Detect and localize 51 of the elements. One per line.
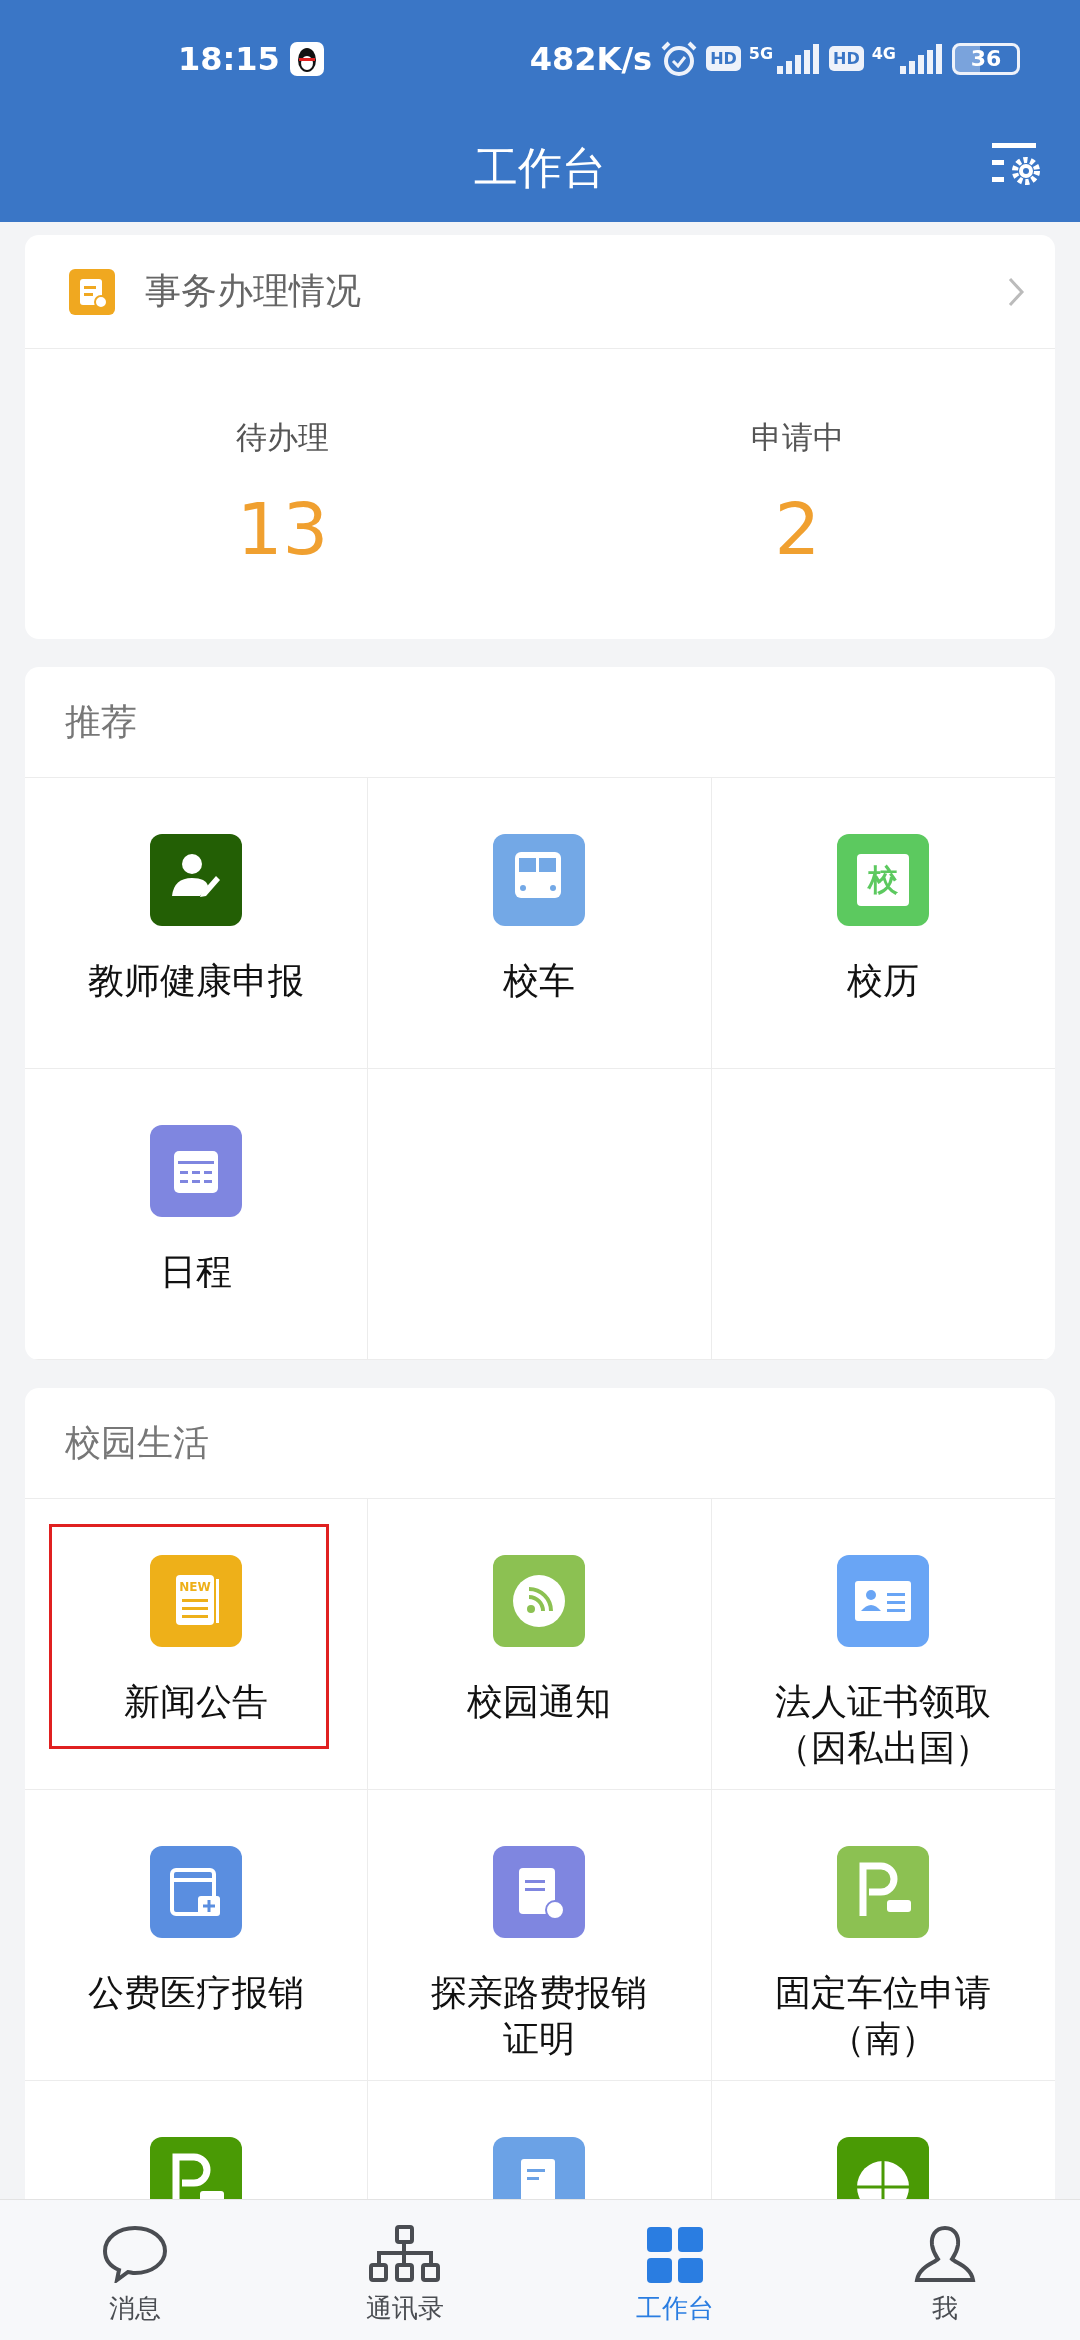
hd-badge: HD: [706, 46, 741, 71]
document-icon: [69, 268, 115, 315]
chevron-right-icon: [1007, 275, 1025, 308]
stat-label: 待办理: [236, 418, 329, 457]
nav-tab[interactable]: 我: [810, 2200, 1080, 2340]
app-tile[interactable]: 法人证书领取（因私出国）: [711, 1499, 1055, 1790]
alarm-icon: [660, 39, 699, 78]
app-tile[interactable]: 教师健康申报: [25, 778, 369, 1069]
app-tile[interactable]: 固定车位申请（南）: [711, 1790, 1055, 2081]
battery-level: 36: [952, 42, 1020, 75]
app-label: 公费医疗报销: [87, 1971, 306, 2015]
app-label: 法人证书领取（因私出国）: [774, 1680, 993, 1771]
chat-icon: [102, 2225, 168, 2283]
nav-tab[interactable]: 消息: [0, 2200, 270, 2340]
org-chart-icon: [369, 2225, 441, 2283]
grid-icon: [647, 2227, 703, 2283]
page-title: 工作台: [474, 141, 606, 195]
app-tile[interactable]: 探亲路费报销证明: [368, 1790, 712, 2081]
app-tile[interactable]: 校园通知: [368, 1499, 712, 1790]
app-tile[interactable]: 日程: [25, 1069, 369, 1360]
penguin-icon: [289, 41, 324, 76]
status-time: 18:15: [178, 39, 280, 78]
app-label: 校园通知: [466, 1680, 613, 1724]
app-label: 校历: [846, 959, 921, 1003]
nav-tab[interactable]: 通讯录: [270, 2200, 540, 2340]
school-calendar-icon: 校: [837, 834, 930, 926]
network-type: 5G: [748, 43, 774, 63]
nav-tab[interactable]: 工作台: [540, 2200, 810, 2340]
section-title: 推荐: [25, 667, 1055, 778]
affairs-header[interactable]: 事务办理情况: [25, 235, 1055, 349]
person-icon: [914, 2225, 976, 2283]
app-tile[interactable]: 校车: [368, 778, 712, 1069]
signal-icon: [775, 43, 822, 74]
list-settings-icon[interactable]: [992, 141, 1042, 185]
hd-badge: HD: [829, 46, 864, 71]
network-type: 4G: [871, 43, 896, 63]
affairs-title: 事务办理情况: [145, 269, 362, 313]
stat-label: 申请中: [751, 418, 844, 457]
app-label: 教师健康申报: [87, 959, 306, 1003]
app-tile[interactable]: NEW 新闻公告: [25, 1499, 369, 1790]
app-label: 日程: [159, 1250, 234, 1294]
section-title: 校园生活: [25, 1388, 1055, 1499]
app-label: 固定车位申请（南）: [774, 1971, 993, 2062]
app-label: 新闻公告: [123, 1680, 270, 1724]
network-speed: 482K/s: [529, 39, 653, 78]
news-icon: NEW: [150, 1555, 243, 1647]
app-tile[interactable]: 公费医疗报销: [25, 1790, 369, 2081]
app-tile[interactable]: 校 校历: [711, 778, 1055, 1069]
app-label: 校车: [502, 959, 577, 1003]
signal-icon: [898, 43, 944, 74]
app-label: 探亲路费报销证明: [430, 1971, 649, 2062]
